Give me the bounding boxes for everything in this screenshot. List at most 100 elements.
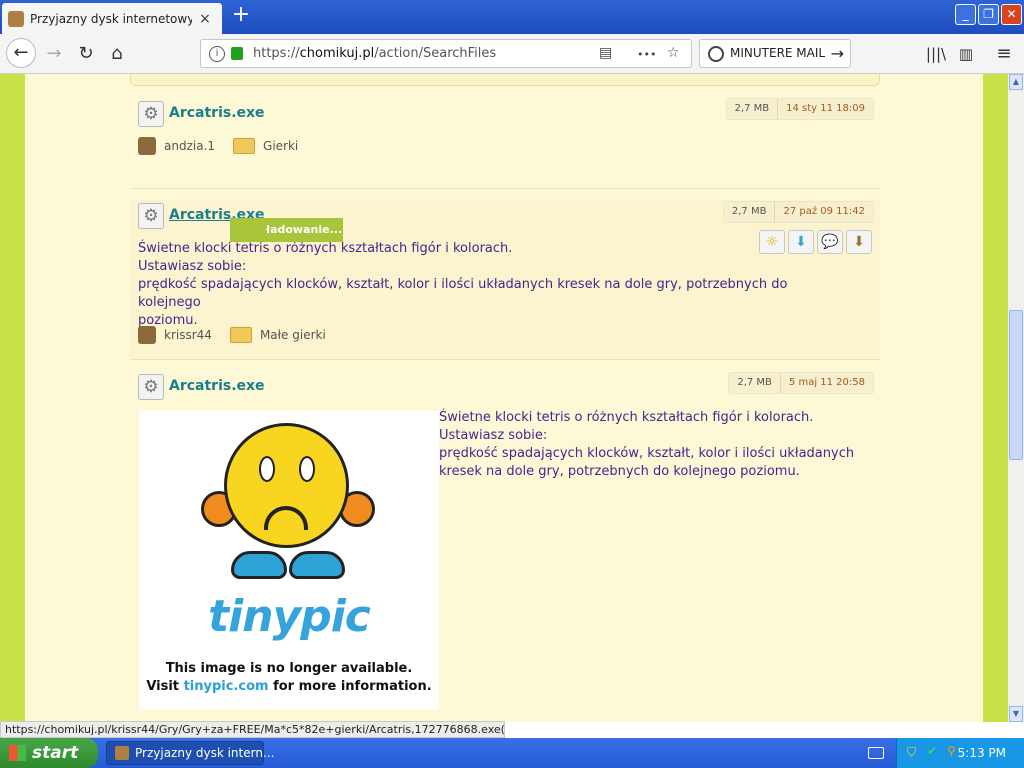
tab-title: Przyjazny dysk internetowy - Cho xyxy=(30,11,192,26)
file-name-link[interactable]: Arcatris.exe xyxy=(169,378,265,394)
desc-line: Świetne klocki tetris o różnych kształta… xyxy=(439,410,814,425)
gear-icon[interactable]: ⚙ xyxy=(138,374,164,400)
arrow-right-icon: → xyxy=(830,44,844,63)
user-link[interactable]: andzia.1 xyxy=(164,139,215,153)
visit-text: Visit tinypic.com for more information. xyxy=(139,679,439,694)
file-meta: 2,7 MB 5 maj 11 20:58 xyxy=(728,372,874,394)
sidebar-icon[interactable]: ▥ xyxy=(952,40,980,68)
tinypic-unavailable-image: tinypic This image is no longer availabl… xyxy=(139,411,439,709)
folder-link[interactable]: Małe gierki xyxy=(260,328,326,342)
back-arrow-icon[interactable]: ← xyxy=(6,38,36,68)
desc-line: Świetne klocki tetris o różnych kształta… xyxy=(138,241,513,256)
unavailable-text: This image is no longer available. xyxy=(165,661,413,676)
reload-icon[interactable]: ↻ xyxy=(72,40,100,68)
new-tab-button[interactable]: + xyxy=(230,4,252,28)
content-area: ⚙ Arcatris.exe 2,7 MB 14 sty 11 18:09 an… xyxy=(25,74,983,722)
search-icon[interactable]: ⚲ xyxy=(947,744,956,758)
bookmark-star-icon[interactable]: ☆ xyxy=(667,45,680,61)
folder-icon xyxy=(233,138,256,154)
url-prefix: https:// xyxy=(253,46,300,61)
visit-prefix: Visit xyxy=(146,679,184,694)
clock: 5:13 PM xyxy=(957,746,1006,760)
gear-icon[interactable]: ⚙ xyxy=(138,203,164,229)
library-icon[interactable]: |||\ xyxy=(922,40,950,68)
mascot-left-foot xyxy=(231,551,287,579)
page-viewport: ⚙ Arcatris.exe 2,7 MB 14 sty 11 18:09 an… xyxy=(0,74,1008,722)
mascot-right-foot xyxy=(289,551,345,579)
avatar-icon xyxy=(138,326,156,344)
title-bar: Przyjazny dysk internetowy - Cho × + _ ❐… xyxy=(0,0,1024,34)
file-owner: krissr44 Małe gierki xyxy=(138,326,326,344)
scroll-down-button[interactable]: ▼ xyxy=(1009,706,1023,722)
visit-suffix: for more information. xyxy=(268,679,432,694)
file-description: Świetne klocki tetris o różnych kształta… xyxy=(439,409,859,481)
navigation-bar: ← → ↻ ⌂ i https://chomikuj.pl/action/Sea… xyxy=(0,34,1024,74)
eye xyxy=(259,456,275,482)
minimize-button[interactable]: _ xyxy=(955,4,976,25)
page-actions-button[interactable]: ••• xyxy=(637,48,656,61)
folder-icon xyxy=(229,327,252,343)
maximize-button[interactable]: ❐ xyxy=(978,4,999,25)
file-size: 2,7 MB xyxy=(724,202,776,222)
file-date: 27 paź 09 11:42 xyxy=(783,206,865,217)
avatar-icon xyxy=(138,137,156,155)
taskbar-item-browser[interactable]: Przyjazny dysk intern... xyxy=(106,741,274,765)
file-size: 2,7 MB xyxy=(729,373,781,393)
url-text[interactable]: https://chomikuj.pl/action/SearchFiles xyxy=(253,46,496,61)
file-size: 2,7 MB xyxy=(727,99,779,119)
desc-line: Ustawiasz sobie: xyxy=(138,259,247,274)
divider xyxy=(130,188,880,189)
menu-icon[interactable]: ≡ xyxy=(990,40,1018,68)
copy-to-chomik-icon[interactable]: ⬇ xyxy=(846,230,872,254)
start-label: start xyxy=(32,743,79,763)
app-icon xyxy=(115,746,129,760)
windows-logo-icon xyxy=(9,745,26,761)
mail-button-label: MINUTERE MAIL xyxy=(730,46,826,60)
file-name-link[interactable]: Arcatris.exe xyxy=(169,105,265,121)
vertical-scrollbar[interactable]: ▲ ▼ xyxy=(1008,74,1024,722)
file-entry: ⚙ Arcatris.exe 2,7 MB 14 sty 11 18:09 an… xyxy=(130,98,880,178)
minutere-mail-button[interactable]: MINUTERE MAIL → xyxy=(699,39,851,68)
home-icon[interactable]: ⌂ xyxy=(103,40,131,68)
mouth xyxy=(264,506,308,530)
tinypic-link: tinypic.com xyxy=(183,679,269,694)
user-link[interactable]: krissr44 xyxy=(164,328,212,342)
task-label: Przyjazny dysk intern... xyxy=(135,746,275,760)
scroll-up-button[interactable]: ▲ xyxy=(1009,74,1023,90)
tab-close-button[interactable]: × xyxy=(198,11,212,27)
desc-line: Ustawiasz sobie: xyxy=(439,428,548,443)
mail-extension-icon xyxy=(708,46,724,62)
loading-tooltip: ładowanie... xyxy=(230,218,343,242)
file-description: Świetne klocki tetris o różnych kształta… xyxy=(138,240,838,330)
url-path: /action/SearchFiles xyxy=(374,46,497,61)
address-bar[interactable]: i https://chomikuj.pl/action/SearchFiles… xyxy=(200,39,692,68)
divider xyxy=(130,359,880,360)
sad-face-icon xyxy=(224,423,349,548)
file-meta: 2,7 MB 27 paź 09 11:42 xyxy=(722,201,874,223)
browser-tab[interactable]: Przyjazny dysk internetowy - Cho × xyxy=(2,3,222,34)
taskbar: start Przyjazny dysk intern... ⛉ ✔ ⚲ 5:1… xyxy=(0,738,1024,768)
start-button[interactable]: start xyxy=(0,738,98,768)
folder-link[interactable]: Gierki xyxy=(263,139,298,153)
file-date: 5 maj 11 20:58 xyxy=(788,377,865,388)
keyboard-icon[interactable] xyxy=(868,747,884,759)
desc-line: prędkość spadających klocków, kształt, k… xyxy=(439,446,855,461)
forward-arrow-icon[interactable]: → xyxy=(40,40,68,68)
scroll-thumb[interactable] xyxy=(1009,310,1023,460)
previous-entry-box xyxy=(130,74,880,86)
info-icon[interactable]: i xyxy=(209,46,225,62)
status-bar-url: https://chomikuj.pl/krissr44/Gry/Gry+za+… xyxy=(0,721,505,738)
close-window-button[interactable]: ✕ xyxy=(1001,4,1022,25)
eye xyxy=(299,456,315,482)
file-owner: andzia.1 Gierki xyxy=(138,137,298,155)
gear-icon[interactable]: ⚙ xyxy=(138,101,164,127)
tinypic-logo: tinypic xyxy=(208,591,371,642)
reader-view-icon[interactable]: ▤ xyxy=(599,45,612,61)
shield-icon[interactable]: ⛉ xyxy=(907,745,916,760)
file-date: 14 sty 11 18:09 xyxy=(786,103,865,114)
file-meta: 2,7 MB 14 sty 11 18:09 xyxy=(725,98,874,120)
favicon-icon xyxy=(8,10,24,27)
lock-icon xyxy=(231,47,243,60)
network-icon[interactable]: ✔ xyxy=(927,744,937,758)
desc-line: prędkość spadających klocków, kształt, k… xyxy=(138,277,788,310)
